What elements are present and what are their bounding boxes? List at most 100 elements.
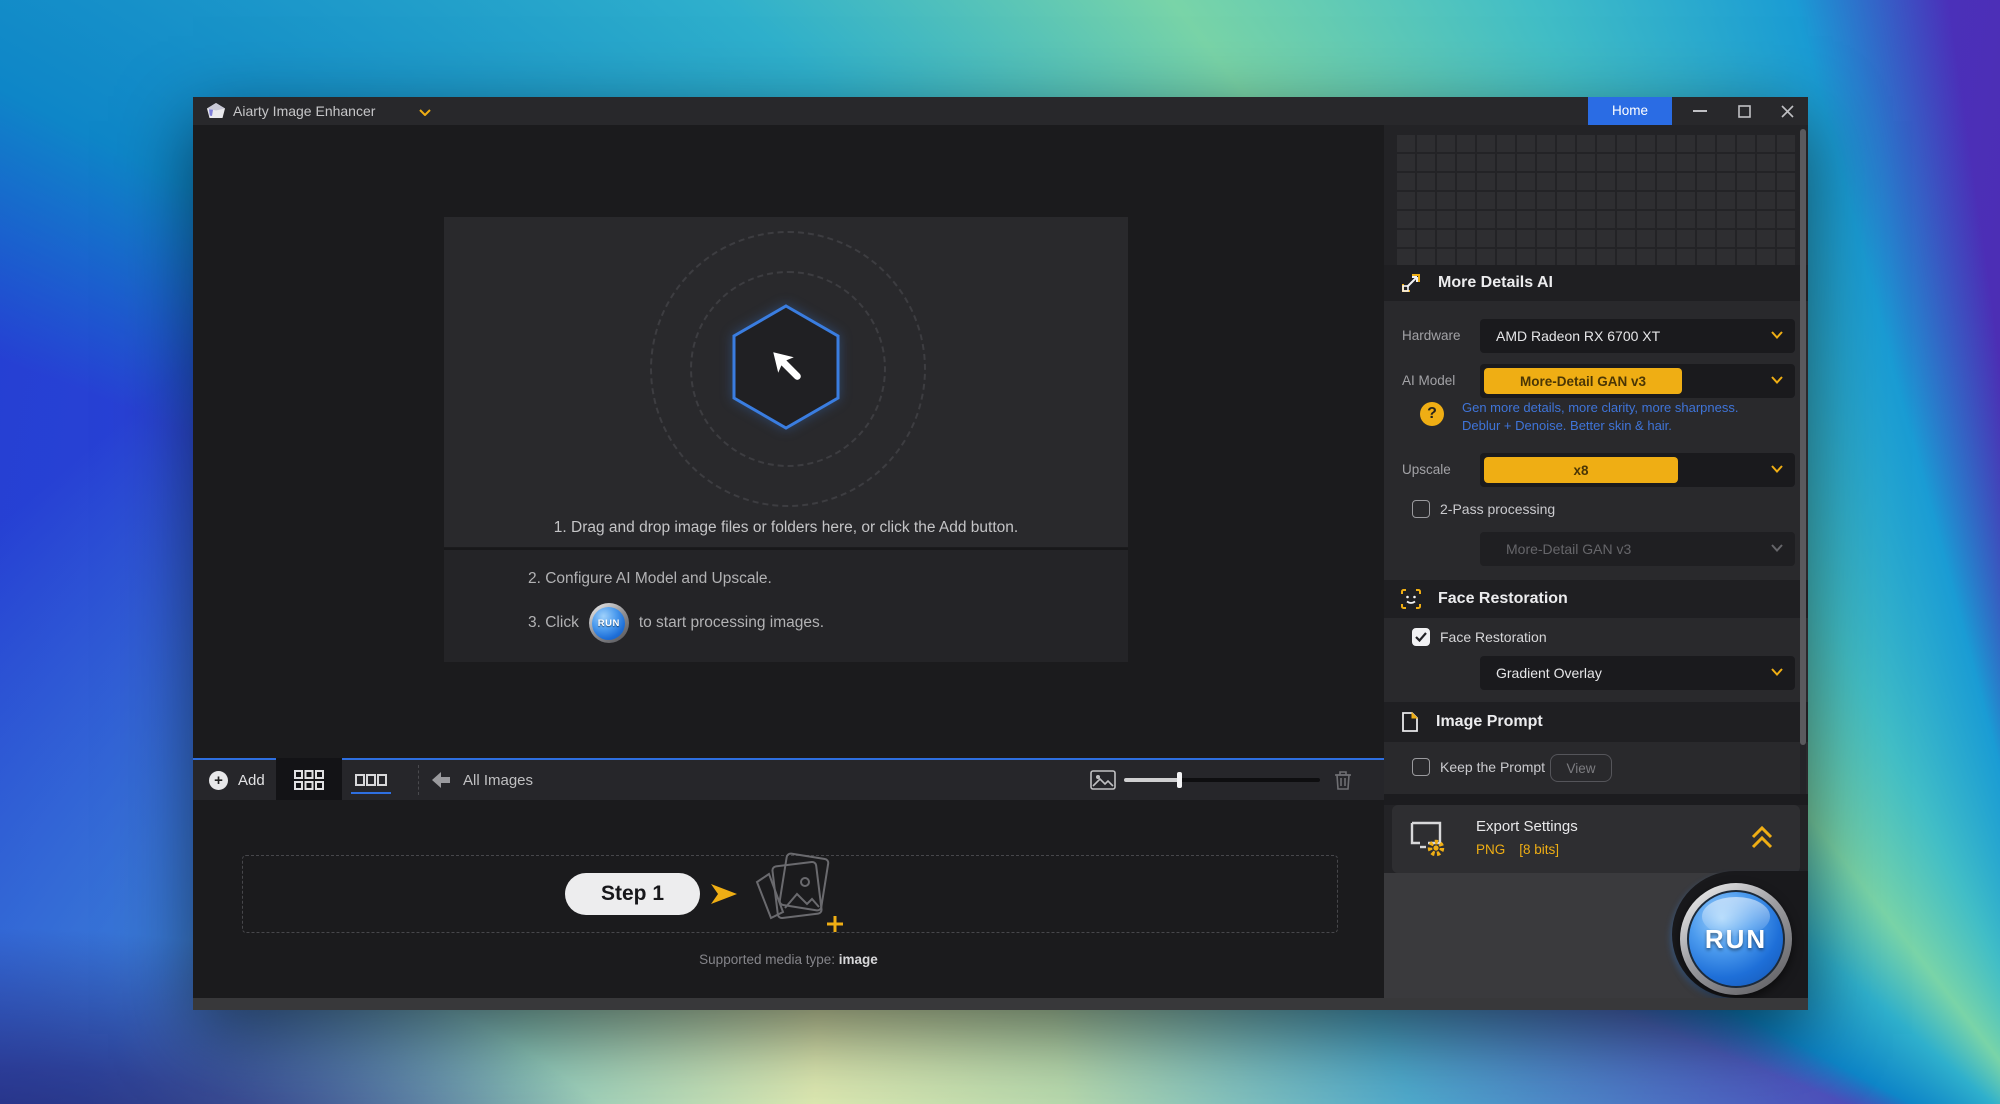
minimize-button[interactable] <box>1683 97 1717 125</box>
strip-view-active-underline <box>351 792 391 794</box>
instruction-line-3: 3. Click RUN to start processing images. <box>528 600 824 646</box>
image-prompt-title: Image Prompt <box>1436 713 1543 731</box>
home-button[interactable]: Home <box>1588 97 1672 125</box>
close-button[interactable] <box>1770 97 1804 125</box>
hardware-value: AMD Radeon RX 6700 XT <box>1496 319 1660 353</box>
export-settings-icon <box>1408 819 1454 859</box>
image-prompt-icon <box>1400 711 1420 733</box>
preview-checkerboard <box>1395 133 1797 265</box>
two-pass-model-select[interactable]: More-Detail GAN v3 <box>1480 532 1795 566</box>
minimize-icon <box>1693 110 1707 112</box>
instruction-box: 2. Configure AI Model and Upscale. 3. Cl… <box>444 548 1128 662</box>
toolbar-divider <box>418 765 419 795</box>
add-photos-icon <box>749 852 845 936</box>
filter-label: All Images <box>463 772 533 789</box>
face-restoration-title: Face Restoration <box>1438 590 1568 608</box>
section-face-restoration: Face Restoration <box>1384 580 1808 618</box>
supported-media-note: Supported media type: image <box>193 952 1384 967</box>
title-chevron-down-icon[interactable] <box>419 109 431 116</box>
model-description-line-2: Deblur + Denoise. Better skin & hair. <box>1462 418 1672 433</box>
trash-icon[interactable] <box>1333 769 1353 791</box>
panel-scrollbar-thumb[interactable] <box>1800 129 1806 745</box>
thumbnail-size-icon <box>1090 770 1116 790</box>
run-badge-label: RUN <box>592 607 625 640</box>
bottom-toolbar: + Add <box>193 760 1384 800</box>
chevron-down-icon <box>1771 331 1783 339</box>
upscale-value: x8 <box>1484 457 1678 483</box>
panel-scrollbar[interactable] <box>1800 125 1806 794</box>
title-bar: Aiarty Image Enhancer Home <box>193 97 1808 125</box>
slider-fill <box>1124 778 1180 782</box>
instruction-line-3-prefix: 3. Click <box>528 614 579 632</box>
face-restoration-checkbox-label: Face Restoration <box>1440 625 1547 649</box>
instruction-line-2: 2. Configure AI Model and Upscale. <box>528 570 772 588</box>
more-details-icon <box>1400 272 1422 294</box>
panel-gap <box>1384 794 1808 805</box>
grid-view-icon <box>294 770 324 790</box>
back-arrow-icon <box>432 772 451 788</box>
two-pass-label: 2-Pass processing <box>1440 497 1555 521</box>
strip-view-icon <box>355 773 387 787</box>
export-settings-value: PNG [8 bits] <box>1476 842 1559 857</box>
window-title: Aiarty Image Enhancer <box>233 97 375 125</box>
collapse-chevron-icon[interactable] <box>1750 825 1774 851</box>
run-button[interactable]: RUN <box>1680 883 1792 995</box>
window-bottom-strip <box>193 998 1808 1010</box>
run-button-face: RUN <box>1687 890 1785 988</box>
supported-label: Supported media type: <box>699 952 835 967</box>
ai-model-label: AI Model <box>1402 364 1455 398</box>
check-icon <box>1415 632 1427 642</box>
export-settings-card[interactable]: Export Settings PNG [8 bits] <box>1392 805 1800 873</box>
run-badge-icon: RUN <box>589 603 629 643</box>
step-pill: Step 1 <box>565 873 700 915</box>
maximize-button[interactable] <box>1727 97 1761 125</box>
face-mode-value: Gradient Overlay <box>1496 656 1602 690</box>
add-label: Add <box>238 772 265 789</box>
all-images-filter[interactable]: All Images <box>432 760 533 800</box>
browse-area: Step 1 Supported media type: image <box>193 800 1384 998</box>
section-more-details: More Details AI <box>1384 265 1808 301</box>
keep-prompt-label: Keep the Prompt <box>1440 755 1545 779</box>
two-pass-checkbox[interactable] <box>1412 500 1430 518</box>
app-window: Aiarty Image Enhancer Home <box>193 97 1808 1010</box>
export-format: PNG <box>1476 842 1505 857</box>
run-button-label: RUN <box>1705 924 1767 955</box>
chevron-down-icon <box>1771 544 1783 552</box>
two-pass-model-value: More-Detail GAN v3 <box>1506 532 1631 566</box>
hardware-label: Hardware <box>1402 319 1461 353</box>
export-bits: [8 bits] <box>1519 842 1559 857</box>
upscale-select[interactable]: x8 <box>1480 453 1795 487</box>
drop-zone[interactable]: 1. Drag and drop image files or folders … <box>444 217 1128 547</box>
maximize-icon <box>1738 105 1751 118</box>
desktop-wallpaper: Aiarty Image Enhancer Home <box>0 0 2000 1104</box>
close-icon <box>1781 105 1794 118</box>
slider-thumb[interactable] <box>1177 772 1182 788</box>
chevron-down-icon <box>1771 376 1783 384</box>
ai-settings-card: Hardware AMD Radeon RX 6700 XT AI Model … <box>1384 301 1808 580</box>
section-image-prompt: Image Prompt <box>1384 702 1808 742</box>
more-details-title: More Details AI <box>1438 274 1553 292</box>
drop-hexagon-icon[interactable] <box>730 303 842 431</box>
model-description-line-1: Gen more details, more clarity, more sha… <box>1462 400 1738 415</box>
keep-prompt-checkbox[interactable] <box>1412 758 1430 776</box>
view-button[interactable]: View <box>1550 754 1612 782</box>
ai-model-select[interactable]: More-Detail GAN v3 <box>1480 364 1795 398</box>
settings-panel: More Details AI Hardware AMD Radeon RX 6… <box>1384 125 1808 998</box>
thumbnail-size-slider[interactable] <box>1124 778 1320 782</box>
step-arrow-icon <box>709 882 739 906</box>
chevron-down-icon <box>1771 668 1783 676</box>
viewer-area: 1. Drag and drop image files or folders … <box>193 125 1384 758</box>
face-mode-select[interactable]: Gradient Overlay <box>1480 656 1795 690</box>
upscale-label: Upscale <box>1402 453 1451 487</box>
hardware-select[interactable]: AMD Radeon RX 6700 XT <box>1480 319 1795 353</box>
app-logo-icon <box>205 102 227 120</box>
image-prompt-card: Keep the Prompt View <box>1384 742 1808 794</box>
strip-view-tab[interactable] <box>349 760 393 800</box>
supported-value: image <box>839 952 878 967</box>
face-restoration-checkbox[interactable] <box>1412 628 1430 646</box>
help-icon[interactable]: ? <box>1420 402 1444 426</box>
instruction-line-1: 1. Drag and drop image files or folders … <box>444 519 1128 537</box>
add-plus-icon: + <box>209 771 228 790</box>
add-button[interactable]: + Add <box>201 760 273 800</box>
export-settings-title: Export Settings <box>1476 818 1578 835</box>
